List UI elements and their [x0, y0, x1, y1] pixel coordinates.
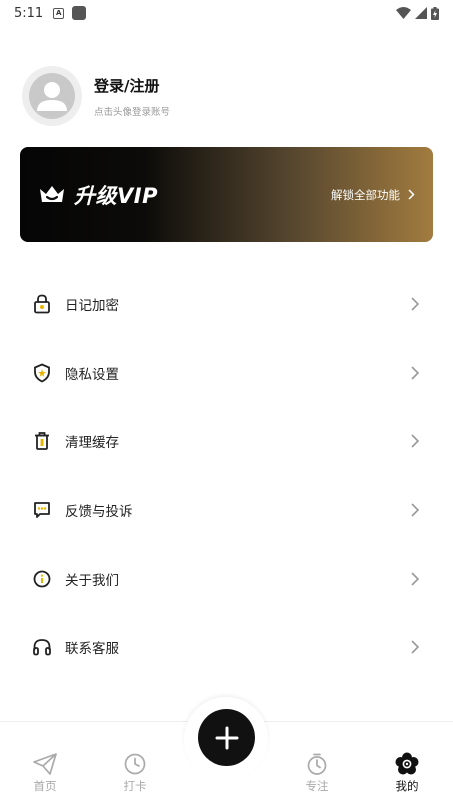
- menu-item-diary-lock[interactable]: 日记加密: [0, 270, 453, 339]
- menu-label: 关于我们: [65, 572, 119, 589]
- flower-icon: [395, 752, 419, 775]
- tab-label: 打卡: [123, 779, 147, 793]
- plus-icon: [215, 726, 238, 749]
- menu-item-about-us[interactable]: 关于我们: [0, 544, 453, 613]
- status-bar: 5:11 A: [0, 0, 453, 26]
- wifi-icon: [396, 7, 411, 19]
- paper-plane-icon: [33, 753, 57, 775]
- chevron-right-icon: [408, 189, 415, 200]
- tab-mine[interactable]: 我的: [377, 752, 437, 794]
- menu-item-clear-cache[interactable]: 清理缓存: [0, 407, 453, 476]
- menu-label: 隐私设置: [65, 366, 119, 383]
- tab-label: 我的: [395, 779, 419, 793]
- clock-icon: [124, 753, 146, 775]
- headphones-icon: [32, 637, 52, 657]
- chevron-right-icon: [411, 434, 419, 449]
- signal-icon: [415, 7, 427, 19]
- login-hint: 点击头像登录账号: [94, 106, 171, 118]
- add-button[interactable]: [198, 709, 255, 766]
- stopwatch-icon: [307, 753, 327, 775]
- chevron-right-icon: [411, 366, 419, 380]
- tab-label: 专注: [305, 779, 329, 793]
- menu-item-feedback[interactable]: 反馈与投诉: [0, 476, 453, 545]
- menu-label: 日记加密: [65, 298, 119, 315]
- avatar[interactable]: [22, 66, 82, 126]
- vip-unlock-label: 解锁全部功能: [331, 187, 400, 202]
- chevron-right-icon: [411, 640, 419, 654]
- tab-label: 首页: [33, 779, 57, 793]
- tab-checkin[interactable]: 打卡: [105, 752, 165, 794]
- notification-a-icon: A: [53, 7, 65, 19]
- menu-item-privacy-settings[interactable]: 隐私设置: [0, 339, 453, 408]
- notification-square-icon: [72, 6, 87, 20]
- info-icon: [32, 569, 52, 589]
- status-time: 5:11: [14, 5, 44, 21]
- crown-icon: [38, 183, 66, 207]
- profile-section: 登录/注册 点击头像登录账号: [22, 66, 170, 126]
- battery-icon: [431, 6, 439, 20]
- chevron-right-icon: [411, 572, 419, 586]
- vip-title: 升级VIP: [74, 183, 158, 208]
- login-register-link[interactable]: 登录/注册: [94, 75, 170, 96]
- menu-label: 清理缓存: [65, 435, 119, 452]
- chevron-right-icon: [411, 503, 419, 517]
- menu-item-customer-service[interactable]: 联系客服: [0, 613, 453, 682]
- feedback-icon: [32, 500, 52, 520]
- settings-menu: 日记加密 隐私设置 清理缓存 反馈与投诉 关于我们 联系客服: [0, 270, 453, 682]
- menu-label: 联系客服: [65, 641, 119, 658]
- menu-label: 反馈与投诉: [65, 504, 133, 521]
- shield-icon: [32, 363, 52, 383]
- tab-focus[interactable]: 专注: [287, 752, 347, 794]
- chevron-right-icon: [411, 297, 419, 311]
- vip-banner[interactable]: 升级VIP 解锁全部功能: [20, 147, 433, 242]
- tab-home[interactable]: 首页: [15, 752, 75, 794]
- default-avatar-icon: [29, 73, 75, 119]
- lock-icon: [32, 294, 52, 314]
- trash-icon: [32, 431, 52, 451]
